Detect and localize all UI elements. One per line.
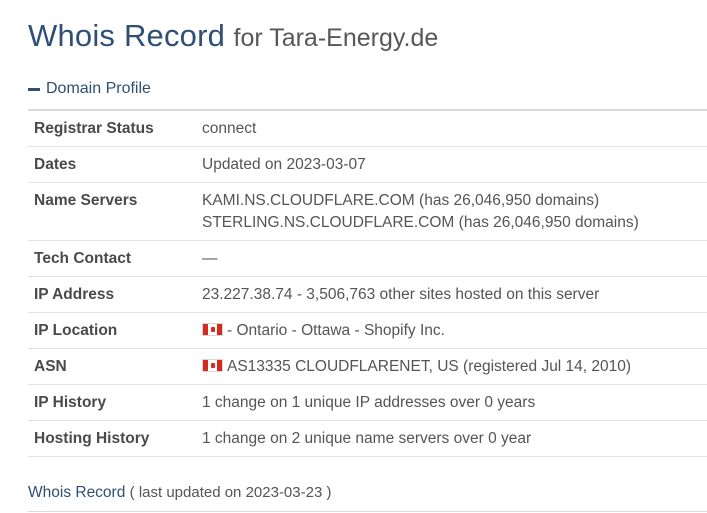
table-row: Registrar Status connect (28, 110, 707, 147)
row-label: ASN (28, 348, 202, 385)
table-row: IP Address 23.227.38.74 - 3,506,763 othe… (28, 276, 707, 313)
whois-record-header: Whois Record ( last updated on 2023-03-2… (28, 484, 331, 502)
row-label: Registrar Status (28, 110, 202, 147)
dates-value: Updated on 2023-03-07 (202, 146, 707, 183)
row-label: Hosting History (28, 420, 202, 457)
domain-profile-label: Domain Profile (46, 80, 151, 97)
ip-address-link[interactable]: 23.227.38.74 (202, 286, 293, 303)
divider (28, 511, 707, 512)
row-label: IP Address (28, 276, 202, 313)
ip-address-sites: - 3,506,763 other sites hosted on this s… (296, 286, 600, 303)
table-row: Dates Updated on 2023-03-07 (28, 146, 707, 183)
domain-profile-toggle[interactable]: Domain Profile (28, 80, 151, 98)
table-row: Name Servers KAMI.NS.CLOUDFLARE.COM (has… (28, 182, 707, 241)
page-title-main: Whois Record (28, 18, 226, 53)
table-row: Tech Contact — (28, 240, 707, 277)
collapse-minus-icon (28, 87, 40, 91)
ip-location-text: - Ontario - Ottawa - Shopify Inc. (227, 322, 445, 339)
table-row: Hosting History 1 change on 2 unique nam… (28, 420, 707, 457)
asn-text: AS13335 CLOUDFLARENET, US (227, 358, 459, 375)
asn-registered: (registered Jul 14, 2010) (463, 358, 632, 375)
name-server-count: (has 26,046,950 domains) (458, 214, 639, 231)
row-label: Name Servers (28, 182, 202, 241)
hosting-history-value[interactable]: 1 change on 2 unique name servers over 0… (202, 420, 707, 457)
name-server-count: (has 26,046,950 domains) (419, 192, 600, 209)
table-row: IP Location - Ontario - Ottawa - Shopify… (28, 312, 707, 349)
name-server-link[interactable]: KAMI.NS.CLOUDFLARE.COM (202, 192, 415, 209)
canada-flag-icon (202, 323, 223, 336)
table-row: ASN AS13335 CLOUDFLARENET, US (registere… (28, 348, 707, 385)
row-label: IP History (28, 384, 202, 421)
table-row: IP History 1 change on 1 unique IP addre… (28, 384, 707, 421)
tech-contact-value: — (202, 240, 707, 277)
domain-profile-table: Registrar Status connect Dates Updated o… (28, 109, 707, 457)
page-title-domain: for Tara-Energy.de (233, 24, 439, 52)
name-server-link[interactable]: STERLING.NS.CLOUDFLARE.COM (202, 214, 454, 231)
asn-value: AS13335 CLOUDFLARENET, US (registered Ju… (202, 348, 707, 385)
row-label: Dates (28, 146, 202, 183)
whois-record-updated: ( last updated on 2023-03-23 ) (129, 484, 332, 501)
whois-record-link[interactable]: Whois Record (28, 484, 125, 501)
registrar-status-value: connect (202, 110, 707, 147)
ip-history-value[interactable]: 1 change on 1 unique IP addresses over 0… (202, 384, 707, 421)
ip-location-value: - Ontario - Ottawa - Shopify Inc. (202, 312, 707, 349)
row-label: IP Location (28, 312, 202, 349)
ip-address-value: 23.227.38.74 - 3,506,763 other sites hos… (202, 276, 707, 313)
name-servers-value: KAMI.NS.CLOUDFLARE.COM (has 26,046,950 d… (202, 182, 707, 241)
canada-flag-icon (202, 359, 223, 372)
page-title: Whois Record for Tara-Energy.de (28, 18, 438, 54)
row-label: Tech Contact (28, 240, 202, 277)
